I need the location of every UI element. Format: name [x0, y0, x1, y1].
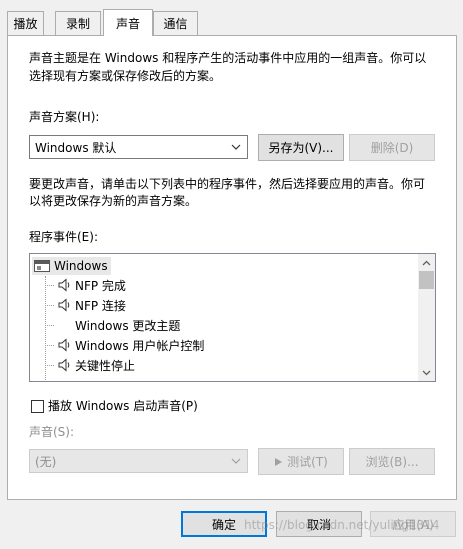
- list-item-label: Windows 用户帐户控制: [75, 338, 205, 353]
- tree-branch: [45, 365, 54, 366]
- chevron-down-icon: [231, 144, 241, 150]
- apply-button[interactable]: 应用(A): [370, 511, 456, 537]
- list-item[interactable]: NFP 完成: [75, 275, 126, 295]
- play-icon: [275, 457, 283, 466]
- speaker-icon: [58, 338, 70, 352]
- save-as-button[interactable]: 另存为(V)...: [258, 134, 344, 161]
- speaker-icon: [58, 298, 70, 312]
- ok-button[interactable]: 确定: [181, 511, 267, 537]
- list-item-label: NFP 连接: [75, 298, 126, 313]
- speaker-icon: [58, 358, 70, 372]
- sound-scheme-label: 声音方案(H):: [29, 110, 100, 124]
- cancel-button[interactable]: 取消: [276, 511, 362, 537]
- delete-label: 删除(D): [370, 141, 414, 155]
- description-line-2: 选择现有方案或保存修改后的方案。: [29, 69, 222, 83]
- startup-sound-label[interactable]: 播放 Windows 启动声音(P): [48, 397, 198, 415]
- scroll-up-button[interactable]: [418, 254, 435, 271]
- window-icon: [34, 260, 50, 272]
- tree-root-windows[interactable]: Windows: [32, 257, 111, 275]
- ok-label: 确定: [211, 517, 236, 532]
- program-events-list[interactable]: Windows NFP 完成 NFP 连接 Windows 更改主题 Windo…: [29, 253, 436, 382]
- save-as-label: 另存为(V)...: [268, 141, 334, 155]
- tree-root-label: Windows: [54, 259, 108, 273]
- cancel-label: 取消: [306, 517, 331, 532]
- tree-branch: [45, 325, 54, 326]
- sounds-tab-panel: 声音主题是在 Windows 和程序产生的活动事件中应用的一组声音。你可以 选择…: [7, 35, 457, 500]
- instruction-line-1: 要更改声音，请单击以下列表中的程序事件，然后选择要应用的声音。你可: [29, 177, 426, 191]
- vertical-scrollbar[interactable]: [418, 254, 435, 381]
- tab-communications-label: 通信: [163, 17, 188, 31]
- tab-recording-label: 录制: [65, 17, 90, 31]
- test-button[interactable]: 测试(T): [258, 448, 344, 475]
- list-item-label: 关键性停止: [75, 358, 136, 373]
- scroll-thumb[interactable]: [419, 271, 434, 289]
- list-item[interactable]: NFP 连接: [75, 295, 126, 315]
- tab-recording[interactable]: 录制: [55, 11, 101, 35]
- tree-connector: [45, 276, 46, 381]
- browse-label: 浏览(B)...: [365, 455, 419, 469]
- speaker-icon: [58, 278, 70, 292]
- description-line-1: 声音主题是在 Windows 和程序产生的活动事件中应用的一组声音。你可以: [29, 51, 427, 65]
- delete-button[interactable]: 删除(D): [349, 134, 435, 161]
- tree-branch: [45, 305, 54, 306]
- list-item-label: Windows 更改主题: [75, 318, 181, 333]
- list-item[interactable]: Windows 用户帐户控制: [75, 335, 204, 355]
- startup-sound-checkbox[interactable]: [31, 400, 44, 413]
- browse-button[interactable]: 浏览(B)...: [349, 448, 435, 475]
- chevron-up-icon: [422, 260, 431, 265]
- tree-branch: [45, 345, 54, 346]
- instruction-line-2: 以将更改保存为新的声音方案。: [29, 194, 198, 208]
- list-item-label: NFP 完成: [75, 278, 126, 293]
- sounds-label: 声音(S):: [29, 425, 75, 439]
- tab-communications[interactable]: 通信: [153, 11, 198, 35]
- apply-label: 应用(A): [392, 517, 434, 532]
- tree-branch: [45, 285, 54, 286]
- chevron-down-icon: [422, 370, 431, 375]
- tab-playback-label: 播放: [13, 17, 38, 31]
- tab-playback[interactable]: 播放: [7, 11, 44, 35]
- list-item[interactable]: Windows 更改主题: [75, 315, 180, 335]
- sound-select-value: (无): [35, 454, 57, 469]
- sound-select[interactable]: (无): [29, 449, 248, 473]
- tab-sounds-label: 声音: [115, 16, 140, 31]
- sound-scheme-select[interactable]: Windows 默认: [29, 135, 248, 159]
- program-events-label: 程序事件(E):: [29, 230, 98, 244]
- sound-dialog: 播放 录制 声音 通信 声音主题是在 Windows 和程序产生的活动事件中应用…: [0, 0, 463, 549]
- test-label: 测试(T): [287, 455, 328, 469]
- chevron-down-icon: [231, 458, 241, 464]
- list-item[interactable]: 关键性停止: [75, 355, 135, 375]
- tab-sounds[interactable]: 声音: [103, 9, 153, 36]
- scroll-down-button[interactable]: [418, 364, 435, 381]
- sound-scheme-value: Windows 默认: [35, 140, 117, 155]
